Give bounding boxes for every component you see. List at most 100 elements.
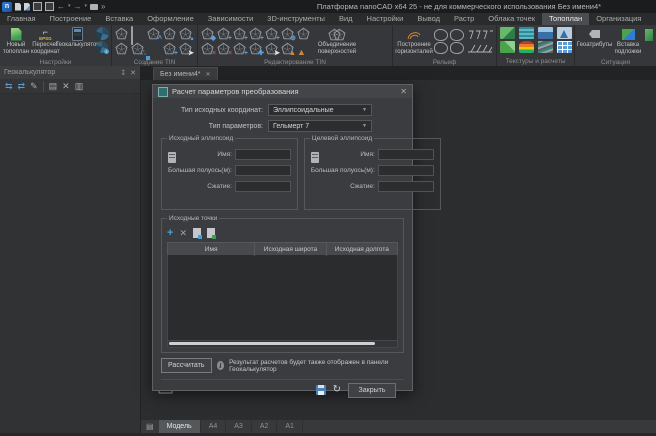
volume-calc-icon[interactable] (557, 27, 572, 39)
close-document-icon[interactable]: ✕ (206, 71, 211, 78)
fence-icon[interactable] (467, 43, 493, 54)
sheet-list-icon[interactable]: ▤ (141, 422, 159, 431)
tin-edit-icon[interactable]: ⊕ (281, 27, 295, 41)
texture-map-icon[interactable] (500, 27, 515, 39)
ellipsoid-library-icon[interactable] (168, 152, 176, 163)
create-tin-icon[interactable] (115, 27, 129, 41)
new-topoplan-button[interactable]: Новый топоплан (3, 27, 29, 56)
column-source-longitude[interactable]: Исходная долгота (327, 243, 397, 256)
delete-point-icon[interactable]: ✕ (179, 229, 187, 238)
tab-nastroyki[interactable]: Настройки (360, 13, 411, 25)
tin-edit-icon[interactable]: + (233, 42, 247, 56)
target-flattening-input[interactable] (378, 181, 434, 192)
target-name-input[interactable] (378, 149, 434, 160)
section-view-icon[interactable] (538, 27, 553, 39)
reset-icon[interactable]: ↻ (333, 385, 341, 395)
build-contours-button[interactable]: Построение горизонталей (396, 27, 432, 56)
panel-titlebar[interactable]: Геокалькулятор ↧ ✕ (0, 66, 140, 79)
layout-tab-a1[interactable]: A1 (277, 420, 303, 433)
column-source-latitude[interactable]: Исходная широта (255, 243, 326, 256)
tab-oformlenie[interactable]: Оформление (140, 13, 201, 25)
terrain-model-icon[interactable] (450, 29, 464, 41)
tin-import-icon[interactable]: ˄ (147, 27, 161, 41)
tin-edit-icon[interactable] (297, 27, 311, 41)
tin-points-icon[interactable]: ∴ (131, 42, 145, 56)
tab-3d-instrumenty[interactable]: 3D-инструменты (260, 13, 332, 25)
tin-add-point-icon[interactable]: + (217, 27, 231, 41)
import-points-icon[interactable] (193, 228, 201, 238)
tin-edit-icon[interactable]: + (265, 27, 279, 41)
column-name[interactable]: Имя (168, 243, 255, 256)
layers-compare-icon[interactable] (538, 41, 553, 53)
batch-convert-icon[interactable]: ⇄ (18, 81, 26, 92)
nanocad-logo[interactable]: n (2, 2, 12, 12)
dialog-titlebar[interactable]: Расчет параметров преобразования ✕ (153, 85, 412, 98)
undo-dropdown-icon[interactable]: ▾ (68, 4, 71, 9)
save-document-icon[interactable] (33, 2, 42, 11)
coordinate-sphere-icon[interactable] (96, 27, 109, 40)
undo-icon[interactable]: ← (57, 3, 65, 11)
tin-from-cloud-icon[interactable] (131, 27, 145, 41)
sheet-icon[interactable]: ▤ (43, 81, 58, 92)
target-semi-major-input[interactable] (378, 165, 434, 176)
close-button[interactable]: Закрыть (348, 383, 396, 398)
pin-icon[interactable]: ↧ (120, 69, 126, 77)
scrollbar-thumb[interactable] (169, 342, 375, 345)
document-tab[interactable]: Без имени4* ✕ (153, 67, 218, 80)
tin-edit-icon[interactable]: ◆ (201, 27, 215, 41)
terrain-model-icon[interactable] (450, 42, 464, 54)
new-document-icon[interactable] (15, 3, 21, 11)
library-icon[interactable]: ▥ (75, 81, 84, 92)
tin-icon[interactable]: + (163, 42, 177, 56)
close-dialog-icon[interactable]: ✕ (400, 87, 407, 96)
open-document-icon[interactable] (24, 3, 30, 11)
tab-vstavka[interactable]: Вставка (98, 13, 140, 25)
texture-map2-icon[interactable] (500, 41, 515, 53)
tin-icon[interactable]: ↘ (179, 27, 193, 41)
tab-rastr[interactable]: Растр (447, 13, 481, 25)
tin-slope2-icon[interactable]: ▲ (297, 42, 311, 56)
source-flattening-input[interactable] (235, 181, 291, 192)
save-all-icon[interactable] (45, 2, 54, 11)
terrain-model-icon[interactable] (434, 42, 448, 54)
tin-add-face-icon[interactable]: + (249, 27, 263, 41)
tin-icon[interactable] (163, 27, 177, 41)
layout-tab-a3[interactable]: A3 (226, 420, 252, 433)
tin-icon[interactable]: ➤ (179, 42, 193, 56)
tab-organizatsiya[interactable]: Организация (589, 13, 648, 25)
calculate-button[interactable]: Рассчитать (161, 358, 212, 373)
tin-icon[interactable] (115, 42, 129, 56)
water-surface-icon[interactable] (519, 27, 534, 39)
stakes-icon[interactable] (467, 29, 493, 41)
tab-topoplan[interactable]: Топоплан (542, 13, 589, 25)
points-table-body[interactable] (167, 255, 398, 341)
height-colormap-icon[interactable] (519, 41, 534, 53)
save-parameters-icon[interactable] (316, 385, 326, 395)
layout-tab-a4[interactable]: A4 (201, 420, 227, 433)
tin-delete-edge-icon[interactable]: × (217, 42, 231, 56)
terrain-model-icon[interactable] (434, 29, 448, 41)
more-commands-icon[interactable]: » (101, 2, 105, 11)
report-table-icon[interactable] (557, 41, 572, 53)
ellipsoid-library-icon[interactable] (311, 152, 319, 163)
geocalculator-button[interactable]: Геокалькулятор (62, 27, 94, 49)
tab-zavisimosti[interactable]: Зависимости (201, 13, 261, 25)
param-type-select[interactable]: Гельмерт 7 ▼ (268, 120, 372, 132)
close-panel-icon[interactable]: ✕ (130, 69, 136, 77)
tin-delete-point-icon[interactable]: × (201, 42, 215, 56)
source-semi-major-input[interactable] (235, 165, 291, 176)
tab-glavnaya[interactable]: Главная (0, 13, 43, 25)
tin-edit-icon[interactable]: ✚ (249, 42, 263, 56)
source-name-input[interactable] (235, 149, 291, 160)
tab-vyvod[interactable]: Вывод (410, 13, 447, 25)
export-points-icon[interactable] (207, 228, 215, 238)
tab-vid[interactable]: Вид (332, 13, 360, 25)
merge-surfaces-button[interactable]: Объединение поверхностей (314, 27, 360, 56)
redo-icon[interactable]: → (74, 3, 82, 11)
edit-icon[interactable]: ✎ (30, 81, 38, 92)
tin-edit-icon[interactable]: ➤ (265, 42, 279, 56)
geo-attributes-button[interactable]: Геоатрибуты (578, 27, 611, 49)
tab-oblaka-tochek[interactable]: Облака точек (481, 13, 542, 25)
add-point-icon[interactable]: + (167, 228, 173, 238)
tin-add-edge-icon[interactable]: + (233, 27, 247, 41)
